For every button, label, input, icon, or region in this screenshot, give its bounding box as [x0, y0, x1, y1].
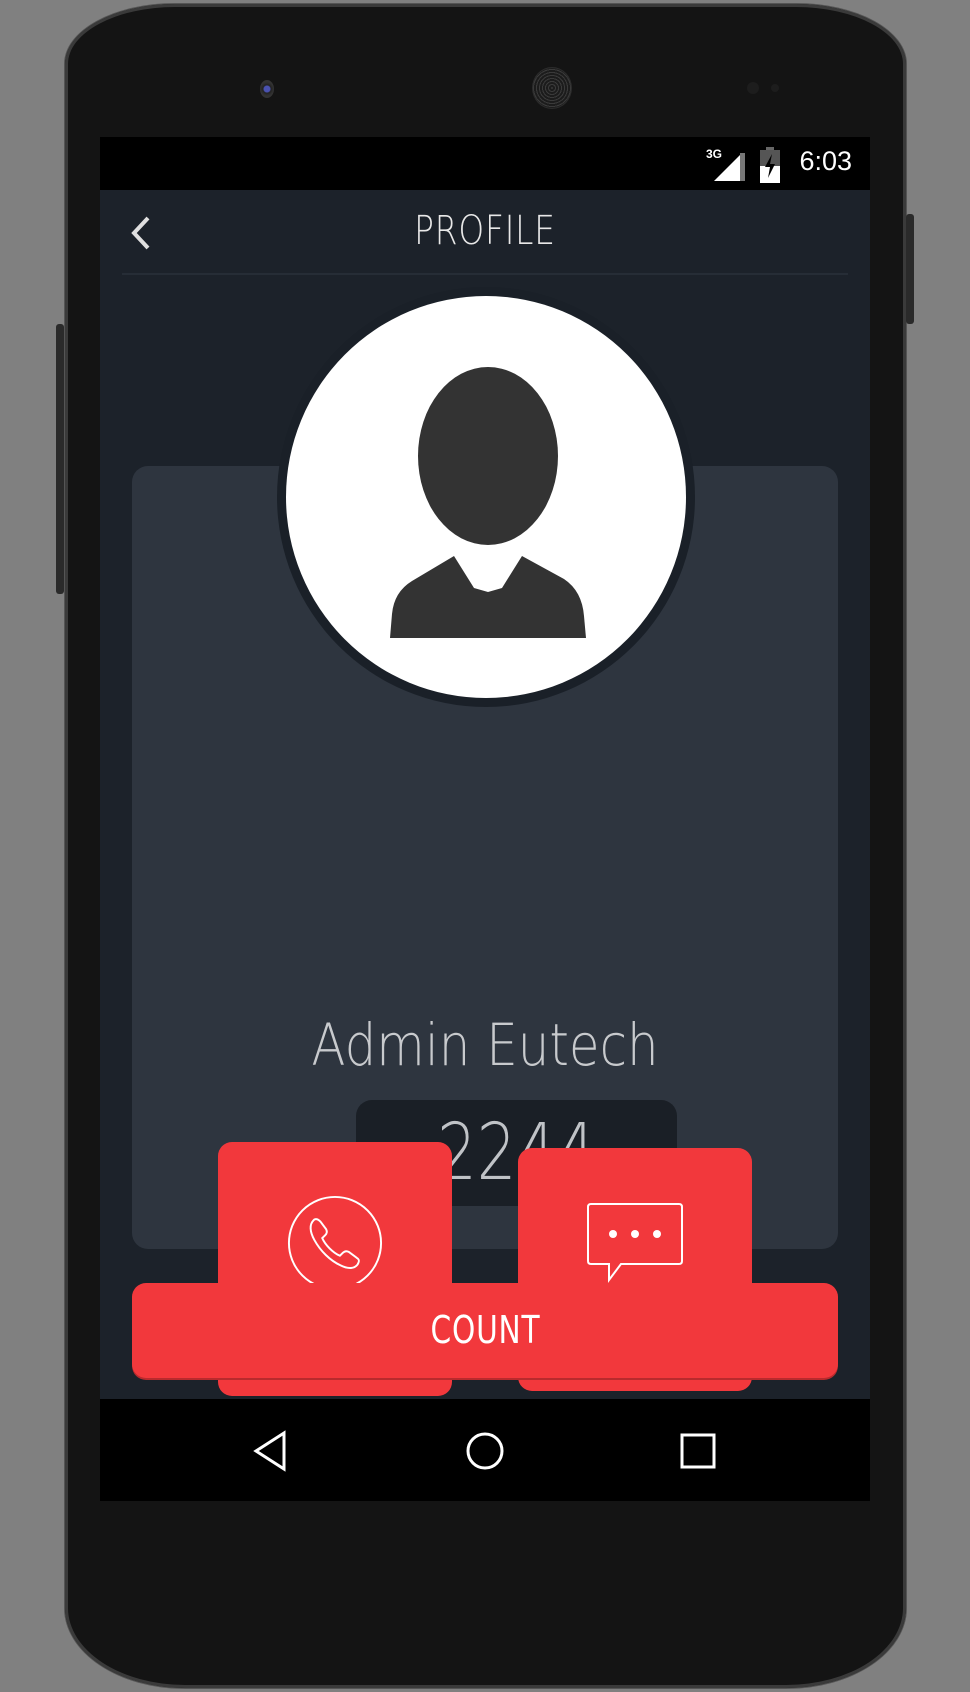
phone-circle-icon [287, 1195, 383, 1291]
power-button [906, 214, 914, 324]
count-button[interactable]: COUNT [132, 1283, 838, 1378]
network-type: 3G [706, 147, 722, 161]
chevron-left-icon [131, 216, 150, 250]
clock: 6:03 [799, 146, 852, 176]
page-title: PROFILE [414, 208, 556, 254]
signal-icon: 3G [706, 147, 745, 181]
recents-square-icon[interactable] [676, 1429, 720, 1473]
screen: 3G 6:03 PROFILE Admin Eutech 2244 COUNT [100, 137, 870, 1501]
status-bar: 3G 6:03 [100, 137, 870, 190]
navigation-bar [100, 1399, 870, 1501]
proximity-sensor [747, 82, 759, 94]
contact-name: Admin Eutech [311, 1011, 659, 1079]
chat-bubble-icon [587, 1203, 683, 1283]
count-label: COUNT [430, 1308, 540, 1352]
front-camera [260, 80, 274, 98]
back-triangle-icon[interactable] [250, 1429, 294, 1473]
profile-screen: PROFILE Admin Eutech 2244 CALL [100, 190, 870, 1399]
home-circle-icon[interactable] [463, 1429, 507, 1473]
header-divider [122, 273, 848, 275]
person-silhouette-icon [390, 367, 586, 638]
volume-button [56, 324, 64, 594]
battery-charging-icon [760, 147, 780, 183]
back-button[interactable] [128, 212, 158, 254]
avatar [286, 296, 686, 698]
earpiece-speaker [532, 67, 572, 109]
light-sensor [771, 84, 779, 92]
